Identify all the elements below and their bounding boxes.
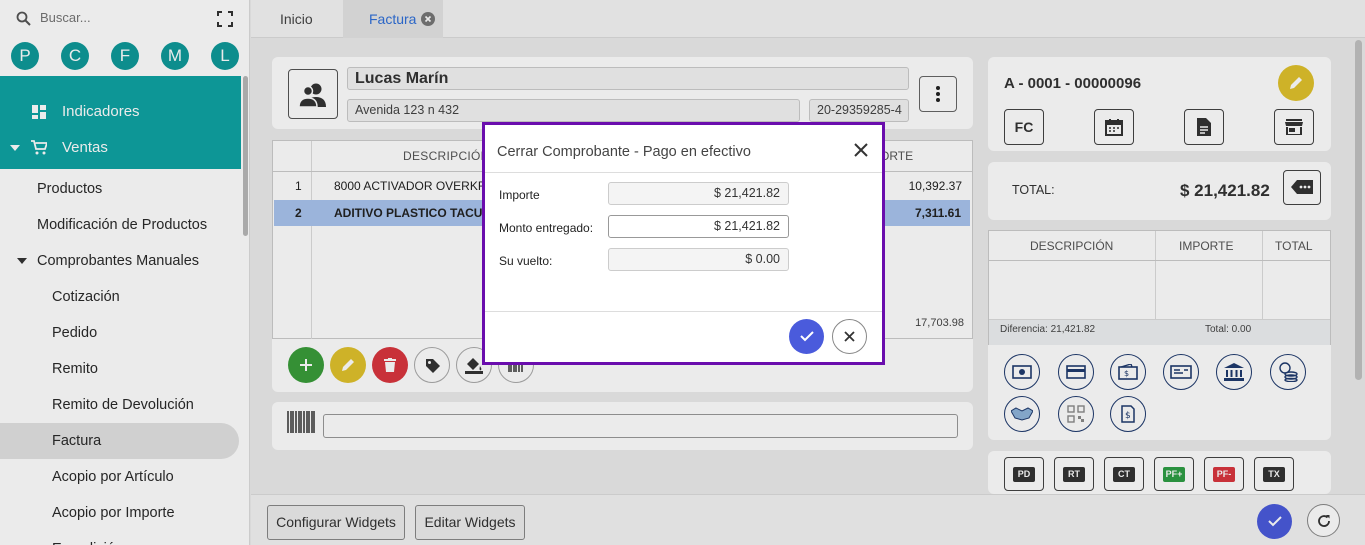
dialog-cancel-button[interactable] — [832, 319, 867, 354]
importe-label: Importe — [499, 188, 540, 202]
su-vuelto-label: Su vuelto: — [499, 254, 553, 268]
cash-payment-dialog: Cerrar Comprobante - Pago en efectivo Im… — [482, 122, 885, 365]
importe-field: $ 21,421.82 — [608, 182, 789, 205]
dialog-confirm-button[interactable] — [789, 319, 824, 354]
dialog-title: Cerrar Comprobante - Pago en efectivo — [497, 144, 751, 160]
check-icon — [800, 331, 814, 342]
monto-entregado-input[interactable]: $ 21,421.82 — [608, 215, 789, 238]
su-vuelto-field: $ 0.00 — [608, 248, 789, 271]
close-icon — [844, 331, 855, 342]
close-icon[interactable] — [854, 143, 868, 157]
monto-entregado-label: Monto entregado: — [499, 221, 594, 235]
